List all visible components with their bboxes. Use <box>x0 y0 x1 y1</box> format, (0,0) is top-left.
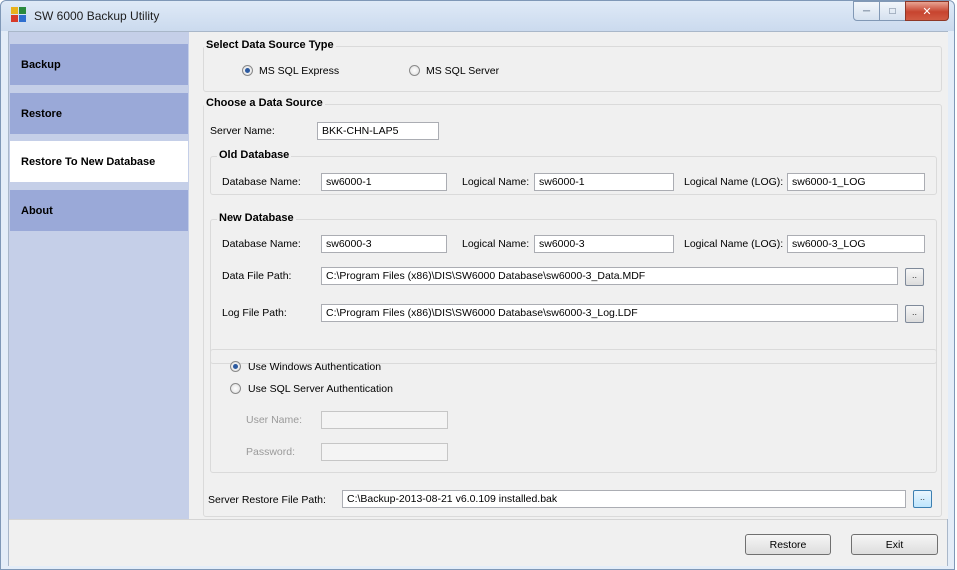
restore-file-path-input[interactable]: C:\Backup-2013-08-21 v6.0.109 installed.… <box>342 490 906 508</box>
ms-sql-server-label[interactable]: MS SQL Server <box>426 65 499 77</box>
old-db-name-label: Database Name: <box>222 176 301 188</box>
new-logical-name-label: Logical Name: <box>462 238 530 250</box>
old-logical-log-label: Logical Name (LOG): <box>684 176 784 188</box>
log-file-path-input[interactable]: C:\Program Files (x86)\DIS\SW6000 Databa… <box>321 304 898 322</box>
maximize-button[interactable]: □ <box>879 1 906 21</box>
restore-file-path-label: Server Restore File Path: <box>208 494 326 506</box>
log-file-path-label: Log File Path: <box>222 307 287 319</box>
user-name-input[interactable] <box>321 411 448 429</box>
password-label: Password: <box>246 446 296 458</box>
close-button[interactable]: ✕ <box>905 1 949 21</box>
sidebar: Backup Restore Restore To New Database A… <box>9 32 189 519</box>
exit-button[interactable]: Exit <box>851 534 938 555</box>
sidebar-item-backup[interactable]: Backup <box>10 44 188 85</box>
password-input[interactable] <box>321 443 448 461</box>
new-db-name-label: Database Name: <box>222 238 301 250</box>
minimize-button[interactable]: ─ <box>853 1 880 21</box>
new-db-name-input[interactable]: sw6000-3 <box>321 235 447 253</box>
server-name-label: Server Name: <box>210 125 275 137</box>
windows-auth-radio[interactable] <box>230 361 241 372</box>
new-logical-name-input[interactable]: sw6000-3 <box>534 235 674 253</box>
server-name-input[interactable]: BKK-CHN-LAP5 <box>317 122 439 140</box>
old-database-title: Old Database <box>217 149 292 161</box>
old-logical-name-label: Logical Name: <box>462 176 530 188</box>
log-file-browse-button[interactable]: .. <box>905 305 924 323</box>
main-panel: Select Data Source Type MS SQL Express M… <box>190 32 948 519</box>
new-logical-log-label: Logical Name (LOG): <box>684 238 784 250</box>
window-title: SW 6000 Backup Utility <box>34 9 160 23</box>
ms-sql-express-radio[interactable] <box>242 65 253 76</box>
sql-auth-radio[interactable] <box>230 383 241 394</box>
client-area: Backup Restore Restore To New Database A… <box>8 31 948 566</box>
data-file-path-input[interactable]: C:\Program Files (x86)\DIS\SW6000 Databa… <box>321 267 898 285</box>
windows-auth-label[interactable]: Use Windows Authentication <box>248 361 381 373</box>
title-bar: SW 6000 Backup Utility ─ □ ✕ <box>1 1 954 31</box>
data-file-browse-button[interactable]: .. <box>905 268 924 286</box>
new-logical-log-input[interactable]: sw6000-3_LOG <box>787 235 925 253</box>
sidebar-item-restore[interactable]: Restore <box>10 93 188 134</box>
restore-file-browse-button[interactable]: .. <box>913 490 932 508</box>
ms-sql-server-radio[interactable] <box>409 65 420 76</box>
sidebar-item-restore-to-new-database[interactable]: Restore To New Database <box>10 141 188 182</box>
button-bar: Restore Exit <box>9 519 947 566</box>
old-logical-name-input[interactable]: sw6000-1 <box>534 173 674 191</box>
ms-sql-express-label[interactable]: MS SQL Express <box>259 65 339 77</box>
user-name-label: User Name: <box>246 414 303 426</box>
old-logical-log-input[interactable]: sw6000-1_LOG <box>787 173 925 191</box>
source-type-title: Select Data Source Type <box>204 39 336 51</box>
app-window: SW 6000 Backup Utility ─ □ ✕ Backup Rest… <box>0 0 955 570</box>
restore-button[interactable]: Restore <box>745 534 831 555</box>
data-file-path-label: Data File Path: <box>222 270 292 282</box>
old-db-name-input[interactable]: sw6000-1 <box>321 173 447 191</box>
app-logo-icon <box>11 7 27 23</box>
sidebar-item-about[interactable]: About <box>10 190 188 231</box>
sql-auth-label[interactable]: Use SQL Server Authentication <box>248 383 393 395</box>
data-source-title: Choose a Data Source <box>204 97 325 109</box>
new-database-title: New Database <box>217 212 296 224</box>
